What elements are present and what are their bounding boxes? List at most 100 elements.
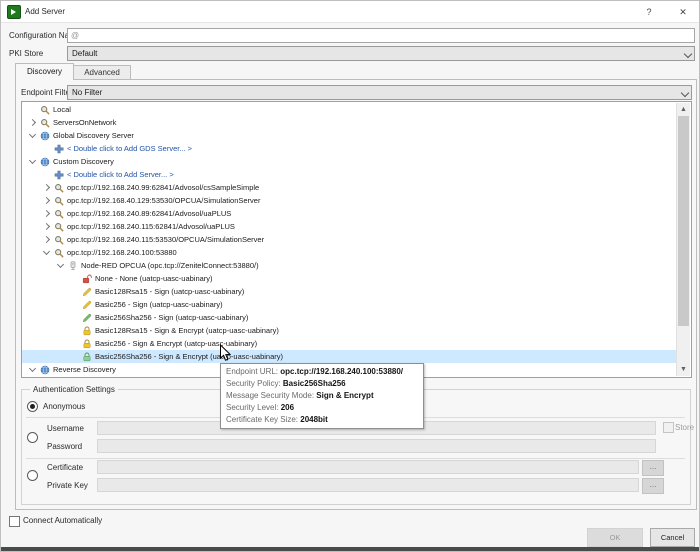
tree-row[interactable]: None - None (uatcp-uasc-uabinary) <box>22 272 677 285</box>
password-label: Password <box>47 442 82 451</box>
tree-item-label: opc.tcp://192.168.240.100:53880 <box>65 246 177 259</box>
magnifier-icon <box>52 247 65 258</box>
pencil-green-icon <box>80 312 93 323</box>
tree-item-label: Node-RED OPCUA (opc.tcp://ZenitelConnect… <box>79 259 259 272</box>
tooltip-row: Security Level: 206 <box>226 402 418 414</box>
certificate-browse-button[interactable]: ... <box>642 460 664 476</box>
tooltip-row: Certificate Key Size: 2048bit <box>226 414 418 426</box>
magnifier-icon <box>38 104 51 115</box>
pencil-yellow-icon <box>80 299 93 310</box>
tree-row[interactable]: opc.tcp://192.168.240.99:62841/Advosol/c… <box>22 181 677 194</box>
lock-yellow-icon <box>80 325 93 336</box>
tree-row[interactable]: opc.tcp://192.168.40.129:53530/OPCUA/Sim… <box>22 194 677 207</box>
tree-row[interactable]: < Double click to Add GDS Server... > <box>22 142 677 155</box>
pki-store-value: Default <box>72 49 97 58</box>
ok-button[interactable]: OK <box>587 528 643 547</box>
chevron-right-icon[interactable] <box>40 224 52 229</box>
store-checkbox[interactable] <box>663 422 674 433</box>
chevron-right-icon[interactable] <box>40 211 52 216</box>
pki-store-dropdown[interactable]: Default <box>67 46 695 61</box>
magnifier-icon <box>52 221 65 232</box>
tree-row[interactable]: opc.tcp://192.168.240.115:62841/Advosol/… <box>22 220 677 233</box>
chevron-right-icon[interactable] <box>40 237 52 242</box>
tree-row[interactable]: Basic256 - Sign (uatcp-uasc-uabinary) <box>22 298 677 311</box>
tree-item-label: Basic128Rsa15 - Sign (uatcp-uasc-uabinar… <box>93 285 244 298</box>
chevron-down-icon[interactable] <box>26 160 38 163</box>
chevron-down-icon <box>684 50 692 58</box>
scrollbar-thumb[interactable] <box>678 116 689 326</box>
tree-row[interactable]: Local <box>22 103 677 116</box>
endpoint-filter-value: No Filter <box>72 88 102 97</box>
tree-scrollbar[interactable]: ▲ ▼ <box>676 103 690 376</box>
tree-row[interactable]: opc.tcp://192.168.240.100:53880 <box>22 246 677 259</box>
tree-row[interactable]: Global Discovery Server <box>22 129 677 142</box>
tree-row[interactable]: Custom Discovery <box>22 155 677 168</box>
connect-automatically-checkbox[interactable] <box>9 516 20 527</box>
dialog-title: Add Server <box>25 7 65 16</box>
tree-item-label: opc.tcp://192.168.240.115:53530/OPCUA/Si… <box>65 233 264 246</box>
tab-discovery[interactable]: Discovery <box>15 63 74 80</box>
store-label: Store <box>675 423 694 432</box>
server-icon <box>66 260 79 271</box>
password-input[interactable] <box>97 439 656 453</box>
endpoint-filter-dropdown[interactable]: No Filter <box>67 85 692 100</box>
tree-row[interactable]: Basic256Sha256 - Sign (uatcp-uasc-uabina… <box>22 311 677 324</box>
scroll-up-icon[interactable]: ▲ <box>677 103 690 116</box>
pencil-yellow-icon <box>80 286 93 297</box>
private-key-browse-button[interactable]: ... <box>642 478 664 494</box>
private-key-input[interactable] <box>97 478 639 492</box>
tree-item-label: Basic256Sha256 - Sign (uatcp-uasc-uabina… <box>93 311 248 324</box>
certificate-radio[interactable] <box>27 470 38 481</box>
cancel-button[interactable]: Cancel <box>650 528 695 547</box>
chevron-down-icon[interactable] <box>40 251 52 254</box>
close-button[interactable]: ✕ <box>675 5 691 19</box>
magnifier-icon <box>38 117 51 128</box>
divider <box>26 458 685 459</box>
certificate-label: Certificate <box>47 463 83 472</box>
chevron-right-icon[interactable] <box>40 185 52 190</box>
tree-row[interactable]: ServersOnNetwork <box>22 116 677 129</box>
chevron-right-icon[interactable] <box>26 120 38 125</box>
magnifier-icon <box>52 208 65 219</box>
connect-automatically-label: Connect Automatically <box>23 516 102 525</box>
server-tree: LocalServersOnNetworkGlobal Discovery Se… <box>21 101 692 378</box>
globe-icon <box>38 364 51 375</box>
tree-item-label: < Double click to Add Server... > <box>65 168 174 181</box>
chevron-right-icon[interactable] <box>40 198 52 203</box>
tooltip-row: Endpoint URL: opc.tcp://192.168.240.100:… <box>226 366 418 378</box>
tree-item-label: None - None (uatcp-uasc-uabinary) <box>93 272 213 285</box>
tree-row[interactable]: opc.tcp://192.168.240.115:53530/OPCUA/Si… <box>22 233 677 246</box>
globe-icon <box>38 130 51 141</box>
private-key-label: Private Key <box>47 481 88 490</box>
chevron-down-icon[interactable] <box>26 368 38 371</box>
tree-item-label: < Double click to Add GDS Server... > <box>65 142 192 155</box>
help-button[interactable]: ? <box>641 5 657 19</box>
config-name-input[interactable]: @ <box>67 28 695 43</box>
tree-row[interactable]: opc.tcp://192.168.240.89:62841/Advosol/u… <box>22 207 677 220</box>
lock-green-icon <box>80 351 93 362</box>
tab-advanced[interactable]: Advanced <box>73 65 131 80</box>
anonymous-radio[interactable] <box>27 401 38 412</box>
tree-row[interactable]: < Double click to Add Server... > <box>22 168 677 181</box>
title-bar: Add Server ? ✕ <box>1 1 699 23</box>
pki-store-label: PKI Store <box>9 49 43 58</box>
mouse-cursor <box>219 344 231 364</box>
tree-item-label: ServersOnNetwork <box>51 116 116 129</box>
tree-row[interactable]: Basic256 - Sign & Encrypt (uatcp-uasc-ua… <box>22 337 677 350</box>
tree-item-label: Basic256 - Sign (uatcp-uasc-uabinary) <box>93 298 223 311</box>
chevron-down-icon <box>681 89 689 97</box>
tree-item-label: Basic256Sha256 - Sign & Encrypt (uatcp-u… <box>93 350 283 363</box>
chevron-down-icon[interactable] <box>26 134 38 137</box>
certificate-input[interactable] <box>97 460 639 474</box>
tree-row[interactable]: Basic128Rsa15 - Sign (uatcp-uasc-uabinar… <box>22 285 677 298</box>
endpoint-tooltip: Endpoint URL: opc.tcp://192.168.240.100:… <box>220 363 424 429</box>
tooltip-row: Security Policy: Basic256Sha256 <box>226 378 418 390</box>
chevron-down-icon[interactable] <box>54 264 66 267</box>
tree-row[interactable]: Node-RED OPCUA (opc.tcp://ZenitelConnect… <box>22 259 677 272</box>
username-password-radio[interactable] <box>27 432 38 443</box>
tree-row[interactable]: Basic128Rsa15 - Sign & Encrypt (uatcp-ua… <box>22 324 677 337</box>
tree-row[interactable]: Basic256Sha256 - Sign & Encrypt (uatcp-u… <box>22 350 677 363</box>
scroll-down-icon[interactable]: ▼ <box>677 363 690 376</box>
tree-item-label: Reverse Discovery <box>51 363 116 376</box>
plus-icon <box>52 143 65 154</box>
